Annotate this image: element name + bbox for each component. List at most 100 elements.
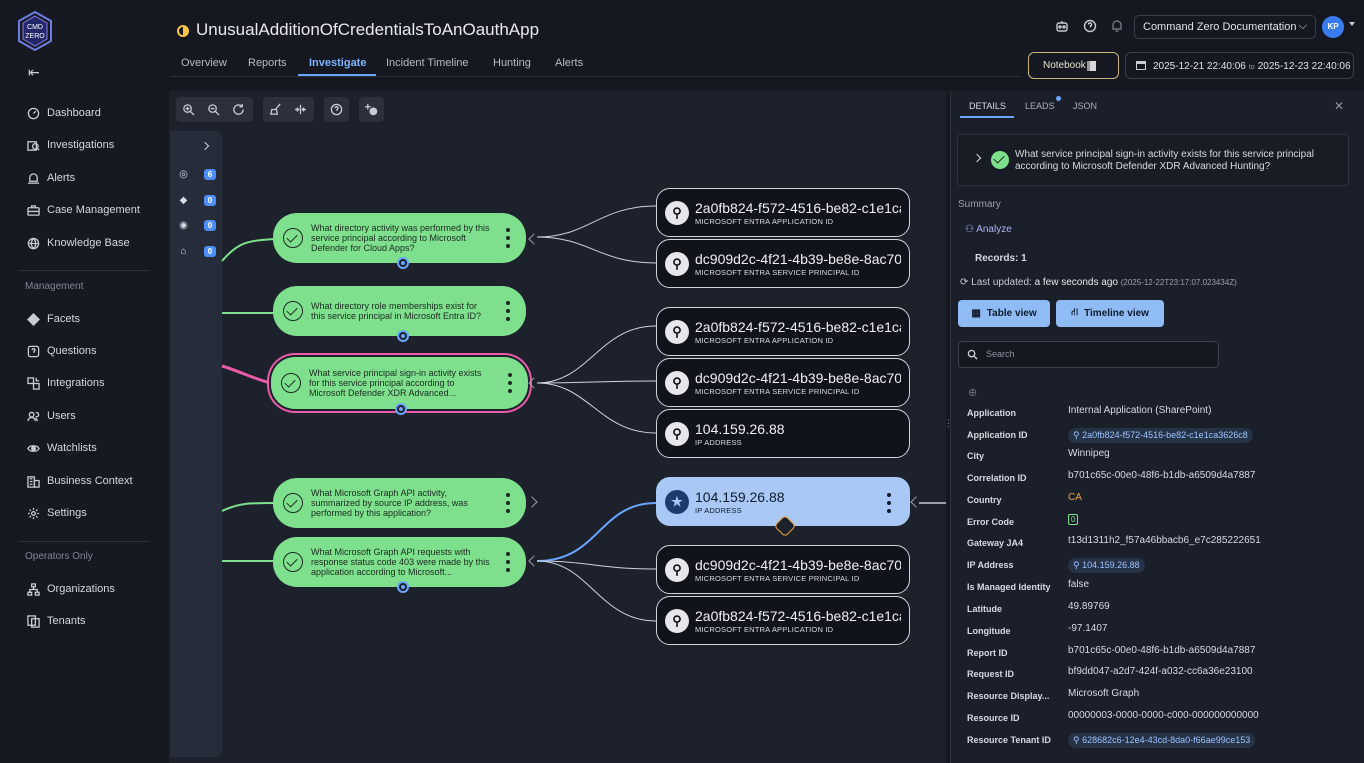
- date-range-picker[interactable]: 2025-12-21 22:40:06 to 2025-12-23 22:40:06: [1125, 52, 1354, 79]
- field-value: Microsoft Graph: [1068, 688, 1140, 699]
- key-icon: ⚲: [665, 558, 689, 582]
- field-value: bf9dd047-a2d7-424f-a032-cc6a36e23100: [1068, 666, 1253, 677]
- entity-node[interactable]: ⚲ 2a0fb824-f572-4516-be82-c1e1ca MICROSOFT…: [656, 596, 910, 645]
- question-node[interactable]: What Microsoft Graph API activity, summa…: [273, 478, 526, 528]
- key-icon: ⚲: [665, 320, 689, 344]
- field-value: Internal Application (SharePoint): [1068, 405, 1212, 416]
- entity-node[interactable]: ⚲ 104.159.26.88 IP ADDRESS: [656, 409, 910, 458]
- last-updated: ⟳ Last updated: a few seconds ago (2025-…: [960, 277, 1237, 288]
- more-options-icon[interactable]: [508, 373, 512, 393]
- entity-node[interactable]: ⚲ 2a0fb824-f572-4516-be82-c1e1ca MICROSOFT…: [656, 188, 910, 237]
- notebook-button[interactable]: Notebook: [1028, 52, 1119, 79]
- field-value[interactable]: ⚲ 628682c6-12e4-43cd-8da0-f66ae99ce153: [1068, 733, 1256, 748]
- tab-alerts[interactable]: Alerts: [555, 57, 583, 69]
- value-chip[interactable]: ⚲ 104.159.26.88: [1068, 558, 1145, 573]
- field-key: City: [967, 451, 985, 461]
- close-icon[interactable]: ✕: [1334, 99, 1344, 113]
- gauge-icon: [26, 106, 40, 120]
- avatar-chevron-icon[interactable]: [1349, 22, 1355, 26]
- value-chip[interactable]: ⚲ 2a0fb824-f572-4516-be82-c1e1ca3626c8: [1068, 428, 1253, 443]
- location-pin-icon: ⚲: [665, 422, 689, 446]
- documentation-select[interactable]: Command Zero Documentation ⌵: [1134, 15, 1316, 39]
- nav-knowledge-base[interactable]: Knowledge Base: [26, 232, 130, 254]
- tab-incident-timeline[interactable]: Incident Timeline: [386, 57, 469, 69]
- question-card[interactable]: What service principal sign-in activity …: [957, 134, 1349, 186]
- more-options-icon[interactable]: [506, 228, 510, 248]
- tab-details[interactable]: DETAILS: [969, 101, 1006, 111]
- check-circle-icon: [283, 228, 303, 248]
- bell-icon[interactable]: [1110, 19, 1126, 35]
- entity-node[interactable]: ⚲ dc909d2c-4f21-4b39-be8e-8ac704 MICROSOFT…: [656, 545, 910, 594]
- value-chip[interactable]: ⚲ 628682c6-12e4-43cd-8da0-f66ae99ce153: [1068, 733, 1256, 748]
- check-circle-icon: [283, 301, 303, 321]
- table-view-button[interactable]: ▦ Table view: [958, 300, 1050, 327]
- question-node[interactable]: What Microsoft Graph API requests with r…: [273, 537, 526, 593]
- robot-icon[interactable]: [1055, 19, 1071, 35]
- help-icon[interactable]: [1083, 19, 1099, 35]
- summary-label: Summary: [958, 199, 1001, 210]
- entity-node[interactable]: ⚲ 2a0fb824-f572-4516-be82-c1e1ca MICROSOFT…: [656, 307, 910, 356]
- org-icon: [26, 582, 40, 596]
- question-node[interactable]: What directory role memberships exist fo…: [273, 286, 526, 342]
- command-zero-logo[interactable]: CMD ZERO: [16, 10, 54, 52]
- active-tab-indicator: [960, 116, 1014, 118]
- sidebar: CMD ZERO ⇤ Dashboard Investigations Aler…: [0, 0, 168, 763]
- field-key: Correlation ID: [967, 473, 1027, 483]
- node-pin-icon[interactable]: [397, 581, 409, 593]
- add-circle-icon[interactable]: ⊕: [968, 386, 977, 399]
- tab-reports[interactable]: Reports: [248, 57, 287, 69]
- timeline-view-button[interactable]: ⛙ Timeline view: [1056, 300, 1164, 327]
- avatar[interactable]: KP: [1322, 16, 1344, 38]
- check-circle-icon: [281, 373, 301, 393]
- more-options-icon[interactable]: [506, 552, 510, 572]
- analyze-button[interactable]: ⚇ Analyze: [965, 224, 1012, 235]
- users-icon: [26, 409, 40, 423]
- check-circle-icon: [283, 552, 303, 572]
- nav-settings[interactable]: Settings: [26, 502, 87, 524]
- tab-json[interactable]: JSON: [1073, 101, 1097, 111]
- more-options-icon[interactable]: [506, 493, 510, 513]
- nav-users[interactable]: Users: [26, 405, 76, 427]
- entity-node[interactable]: ⚲ dc909d2c-4f21-4b39-be8e-8ac704 MICROSOFT…: [656, 239, 910, 288]
- nav-organizations[interactable]: Organizations: [26, 578, 115, 600]
- nav-watchlists[interactable]: Watchlists: [26, 437, 97, 459]
- search-input[interactable]: Search: [958, 341, 1219, 368]
- check-circle-icon: [991, 151, 1009, 169]
- chevron-down-icon: ⌵: [1298, 20, 1307, 32]
- tab-hunting[interactable]: Hunting: [493, 57, 531, 69]
- nav-case-management[interactable]: Case Management: [26, 199, 140, 221]
- field-value: CA: [1068, 492, 1082, 503]
- nav-investigations[interactable]: Investigations: [26, 134, 114, 156]
- node-pin-icon[interactable]: [397, 330, 409, 342]
- nav-tenants[interactable]: Tenants: [26, 610, 86, 632]
- more-options-icon[interactable]: [887, 493, 891, 513]
- question-node-selected[interactable]: What service principal sign-in activity …: [271, 357, 528, 415]
- field-key: Report ID: [967, 648, 1008, 658]
- field-value[interactable]: ⚲ 104.159.26.88: [1068, 558, 1145, 573]
- sidebar-divider: [18, 270, 150, 271]
- node-pin-icon[interactable]: [395, 403, 407, 415]
- entity-node[interactable]: ⚲ dc909d2c-4f21-4b39-be8e-8ac704 MICROSOFT…: [656, 358, 910, 407]
- tab-investigate[interactable]: Investigate: [309, 57, 366, 69]
- nav-alerts[interactable]: Alerts: [26, 167, 75, 189]
- field-key: Resource Tenant ID: [967, 735, 1051, 745]
- date-to-label: to: [1248, 64, 1255, 71]
- nav-dashboard[interactable]: Dashboard: [26, 102, 101, 124]
- more-options-icon[interactable]: [506, 301, 510, 321]
- chevron-right-icon[interactable]: [972, 153, 982, 163]
- gear-icon: [26, 506, 40, 520]
- field-value[interactable]: ⚲ 2a0fb824-f572-4516-be82-c1e1ca3626c8: [1068, 428, 1253, 443]
- nav-business-context[interactable]: Business Context: [26, 470, 133, 492]
- node-pin-icon[interactable]: [397, 257, 409, 269]
- integrations-icon: [26, 376, 40, 390]
- tab-overview[interactable]: Overview: [181, 57, 227, 69]
- tab-leads[interactable]: LEADS: [1025, 101, 1055, 111]
- facet-icon: [26, 312, 40, 326]
- nav-integrations[interactable]: Integrations: [26, 372, 104, 394]
- field-key: Application: [967, 408, 1016, 418]
- collapse-sidebar-icon[interactable]: ⇤: [28, 64, 40, 81]
- question-node[interactable]: What directory activity was performed by…: [273, 213, 526, 269]
- nav-questions[interactable]: Questions: [26, 340, 97, 362]
- question-icon: [26, 344, 40, 358]
- nav-facets[interactable]: Facets: [26, 308, 80, 330]
